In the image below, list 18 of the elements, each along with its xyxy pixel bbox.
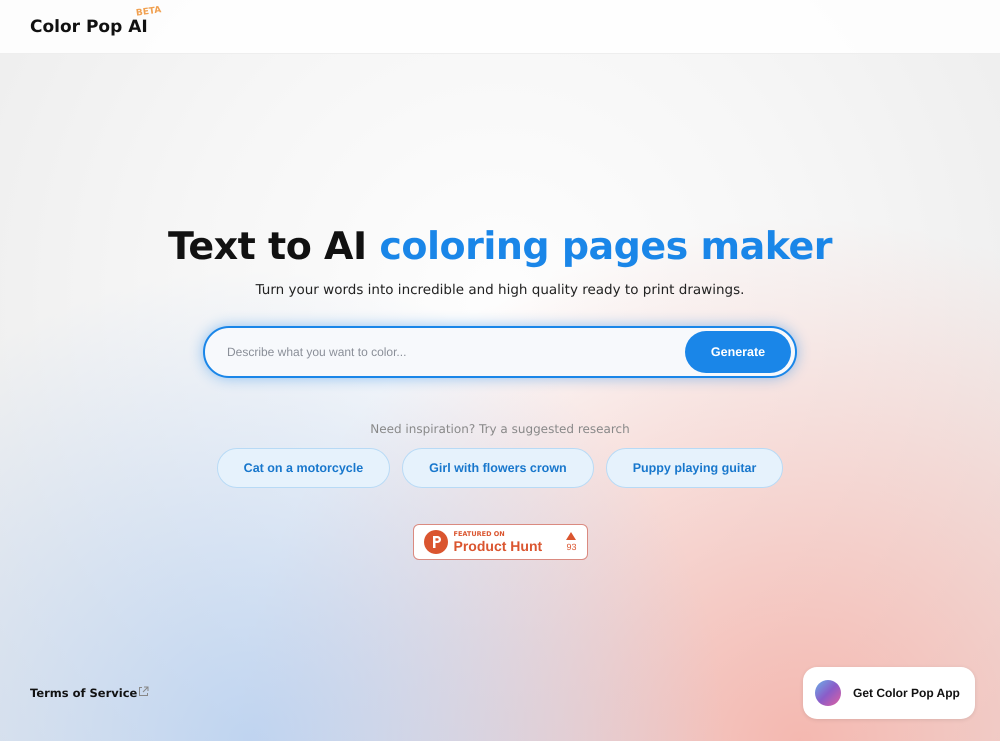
- p-logo-icon: [424, 530, 448, 554]
- upvote-icon: [566, 532, 576, 540]
- beta-label: BETA: [136, 4, 162, 18]
- logo[interactable]: Color Pop AI: [30, 16, 148, 36]
- suggestion-hint: Need inspiration? Try a suggested research: [370, 422, 630, 436]
- product-hunt-name: Product Hunt: [454, 539, 544, 554]
- app-icon: [815, 680, 841, 706]
- terms-link[interactable]: Terms of Service: [30, 686, 150, 700]
- suggestion-chip[interactable]: Puppy playing guitar: [606, 448, 784, 488]
- subtitle: Turn your words into incredible and high quality ready to print drawings.: [256, 282, 744, 298]
- get-app-button[interactable]: Get Color Pop App: [803, 667, 975, 719]
- external-link-icon: [138, 686, 150, 697]
- generate-button[interactable]: Generate: [685, 331, 791, 373]
- vote-count: 93: [566, 542, 576, 552]
- suggestion-chip[interactable]: Cat on a motorcycle: [216, 448, 390, 488]
- search-field[interactable]: Describe what you want to color... Generate: [203, 326, 797, 378]
- suggestion-chip[interactable]: Girl with flowers crown: [402, 448, 594, 488]
- page-title: Text to AI coloring pages maker: [168, 224, 832, 268]
